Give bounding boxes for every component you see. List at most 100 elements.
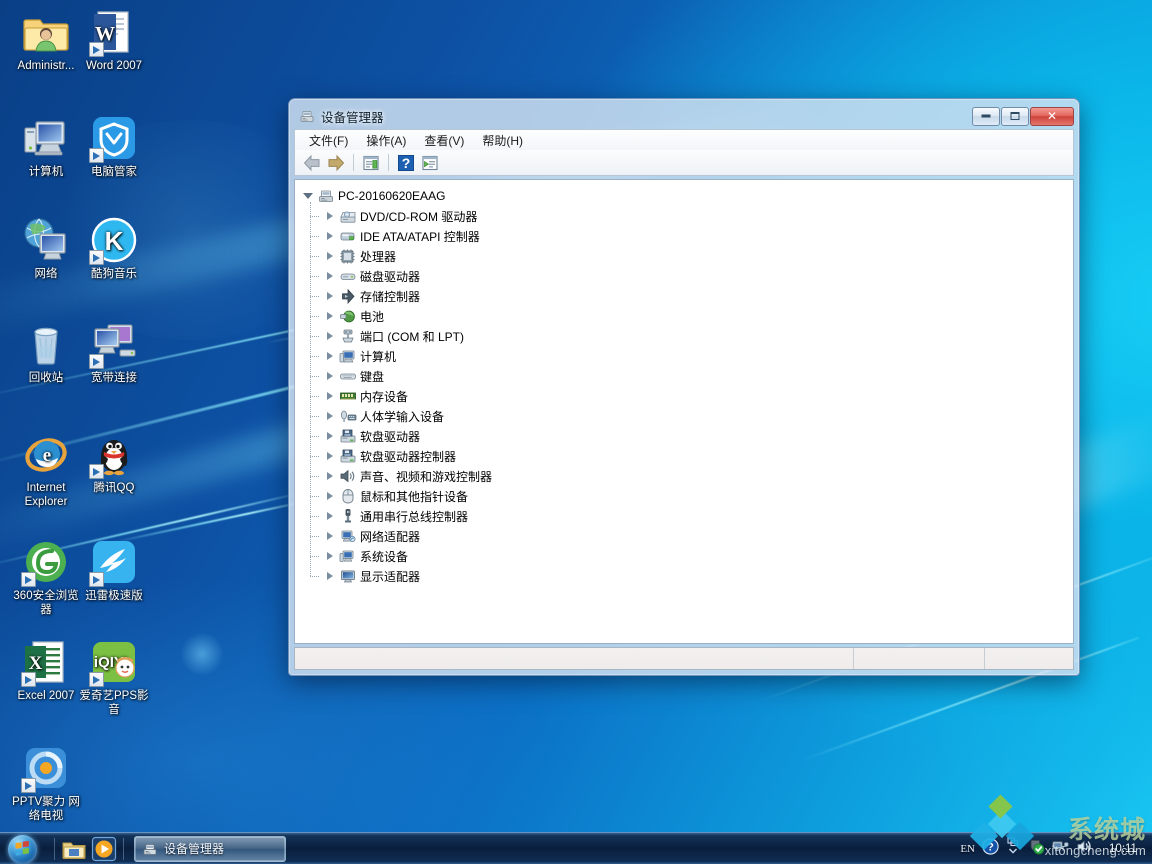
tree-item[interactable]: 键盘 (310, 366, 1073, 386)
tree-item[interactable]: 鼠标和其他指针设备 (310, 486, 1073, 506)
chevron-right-icon[interactable] (323, 446, 339, 466)
menu-bar[interactable]: 文件(F) 操作(A) 查看(V) 帮助(H) (294, 129, 1074, 150)
desktop-icon-excel-2007[interactable]: X Excel 2007 (8, 638, 84, 704)
menu-view[interactable]: 查看(V) (415, 130, 473, 151)
taskbar-button-device-manager[interactable]: 设备管理器 (134, 835, 286, 862)
quick-launch-bar[interactable] (59, 834, 119, 864)
device-tree-pane[interactable]: PC-20160620EAAG DVD/CD-ROM 驱动器 IDE ATA/AT… (294, 179, 1074, 644)
desktop-icon-kugou-music[interactable]: K 酷狗音乐 (76, 216, 152, 282)
desktop-icon-360-browser[interactable]: 360安全浏览器 (8, 538, 84, 617)
chevron-right-icon[interactable] (323, 246, 339, 266)
desktop-icon-iqiyi-pps[interactable]: iQIYI 爱奇艺PPS影音 (76, 638, 152, 717)
chevron-down-icon[interactable] (301, 186, 317, 206)
desktop-icon-computer[interactable]: 计算机 (8, 114, 84, 180)
chevron-right-icon[interactable] (323, 326, 339, 346)
chevron-right-icon[interactable] (323, 486, 339, 506)
tree-item[interactable]: 声音、视频和游戏控制器 (310, 466, 1073, 486)
shortcut-overlay-icon (21, 778, 36, 793)
tree-item-label: 磁盘驱动器 (360, 269, 421, 284)
chevron-right-icon[interactable] (323, 366, 339, 386)
word-icon: W (89, 8, 138, 57)
chevron-right-icon[interactable] (323, 526, 339, 546)
task-button-area[interactable]: 设备管理器 (128, 835, 286, 862)
tree-item[interactable]: 磁盘驱动器 (310, 266, 1073, 286)
network-tray-icon[interactable] (1052, 838, 1069, 860)
shortcut-overlay-icon (89, 42, 104, 57)
volume-tray-icon[interactable] (1076, 838, 1093, 860)
tree-item[interactable]: 软盘驱动器 (310, 426, 1073, 446)
desktop-icon-label: Excel 2007 (17, 690, 75, 702)
tree-item[interactable]: 电池 (310, 306, 1073, 326)
clock[interactable]: 10:11 (1100, 843, 1146, 855)
help-icon[interactable]: ? (395, 152, 417, 174)
menu-help[interactable]: 帮助(H) (473, 130, 532, 151)
tree-item[interactable]: 计算机 (310, 346, 1073, 366)
tree-item[interactable]: 人体学输入设备 (310, 406, 1073, 426)
tree-item[interactable]: IDE ATA/ATAPI 控制器 (310, 226, 1073, 246)
desktop-icon-label: 爱奇艺PPS影音 (79, 690, 149, 716)
chevron-right-icon[interactable] (323, 286, 339, 306)
chevron-right-icon[interactable] (323, 506, 339, 526)
tree-item[interactable]: 系统设备 (310, 546, 1073, 566)
chevron-right-icon[interactable] (323, 566, 339, 586)
explorer-icon[interactable] (59, 834, 89, 864)
minimize-button[interactable] (972, 106, 1000, 126)
chevron-right-icon[interactable] (323, 206, 339, 226)
system-tray[interactable]: EN ? 10:11 (960, 833, 1152, 864)
chevron-right-icon[interactable] (323, 266, 339, 286)
chevron-right-icon[interactable] (323, 546, 339, 566)
desktop-icon-label: 网络 (34, 268, 58, 280)
maximize-button[interactable] (1001, 106, 1029, 126)
forward-arrow-icon[interactable] (325, 152, 347, 174)
desktop-icon-tencent-qq[interactable]: 腾讯QQ (76, 430, 152, 496)
desktop-icon-recycle-bin[interactable]: 回收站 (8, 320, 84, 386)
back-arrow-icon[interactable] (301, 152, 323, 174)
desktop-icon-administrator[interactable]: Administr... (8, 8, 84, 74)
menu-file[interactable]: 文件(F) (300, 130, 357, 151)
tree-item[interactable]: 网络适配器 (310, 526, 1073, 546)
help-question-icon[interactable]: ? (982, 837, 999, 860)
toolbar[interactable]: ? (294, 150, 1074, 176)
chevron-right-icon[interactable] (323, 226, 339, 246)
start-button[interactable] (2, 834, 50, 864)
hid-icon (339, 408, 357, 424)
tree-item[interactable]: 软盘驱动器控制器 (310, 446, 1073, 466)
desktop-icon-broadband[interactable]: 宽带连接 (76, 320, 152, 386)
tree-item[interactable]: 存储控制器 (310, 286, 1073, 306)
chevron-right-icon[interactable] (323, 386, 339, 406)
tree-item[interactable]: 端口 (COM 和 LPT) (310, 326, 1073, 346)
desktop-icon-pptv[interactable]: PPTV聚力 网络电视 (8, 744, 84, 823)
properties-icon[interactable] (360, 152, 382, 174)
language-indicator[interactable]: EN (960, 843, 975, 855)
device-manager-window[interactable]: 设备管理器 ✕ 文件(F) 操作(A) 查看(V) 帮助(H) ? PC-201… (288, 98, 1080, 676)
menu-action[interactable]: 操作(A) (357, 130, 415, 151)
desktop-icon-word-2007[interactable]: W Word 2007 (76, 8, 152, 74)
show-hidden-icons-icon[interactable] (1006, 836, 1020, 861)
shortcut-overlay-icon (89, 572, 104, 587)
tree-item[interactable]: 显示适配器 (310, 566, 1073, 586)
desktop-icon-network[interactable]: 网络 (8, 216, 84, 282)
taskbar[interactable]: 设备管理器 EN ? 10:11 (0, 832, 1152, 864)
close-button[interactable]: ✕ (1030, 106, 1074, 126)
tree-item-label: 端口 (COM 和 LPT) (360, 329, 464, 344)
tree-item[interactable]: 处理器 (310, 246, 1073, 266)
tree-item[interactable]: 通用串行总线控制器 (310, 506, 1073, 526)
floppy-controller-icon (339, 448, 357, 464)
desktop-icon-pc-manager[interactable]: 电脑管家 (76, 114, 152, 180)
media-player-icon[interactable] (89, 834, 119, 864)
desktop-icon-internet-explorer[interactable]: e Internet Explorer (8, 430, 84, 509)
scan-hardware-icon[interactable] (419, 152, 441, 174)
chevron-right-icon[interactable] (323, 426, 339, 446)
chevron-right-icon[interactable] (323, 406, 339, 426)
desktop-background[interactable]: Administr... W Word 2007 计算机 电脑管家 网络 K 酷狗音乐 回收站 宽… (0, 0, 1152, 864)
security-shield-icon[interactable] (1027, 837, 1045, 860)
window-title-bar[interactable]: 设备管理器 ✕ (294, 103, 1074, 129)
tree-item[interactable]: 内存设备 (310, 386, 1073, 406)
desktop-icon-label: Administr... (17, 60, 75, 72)
desktop-icon-thunder[interactable]: 迅雷极速版 (76, 538, 152, 604)
tree-item[interactable]: DVD/CD-ROM 驱动器 (310, 206, 1073, 226)
chevron-right-icon[interactable] (323, 346, 339, 366)
tree-root-node[interactable]: PC-20160620EAAG (301, 186, 1073, 206)
chevron-right-icon[interactable] (323, 306, 339, 326)
chevron-right-icon[interactable] (323, 466, 339, 486)
